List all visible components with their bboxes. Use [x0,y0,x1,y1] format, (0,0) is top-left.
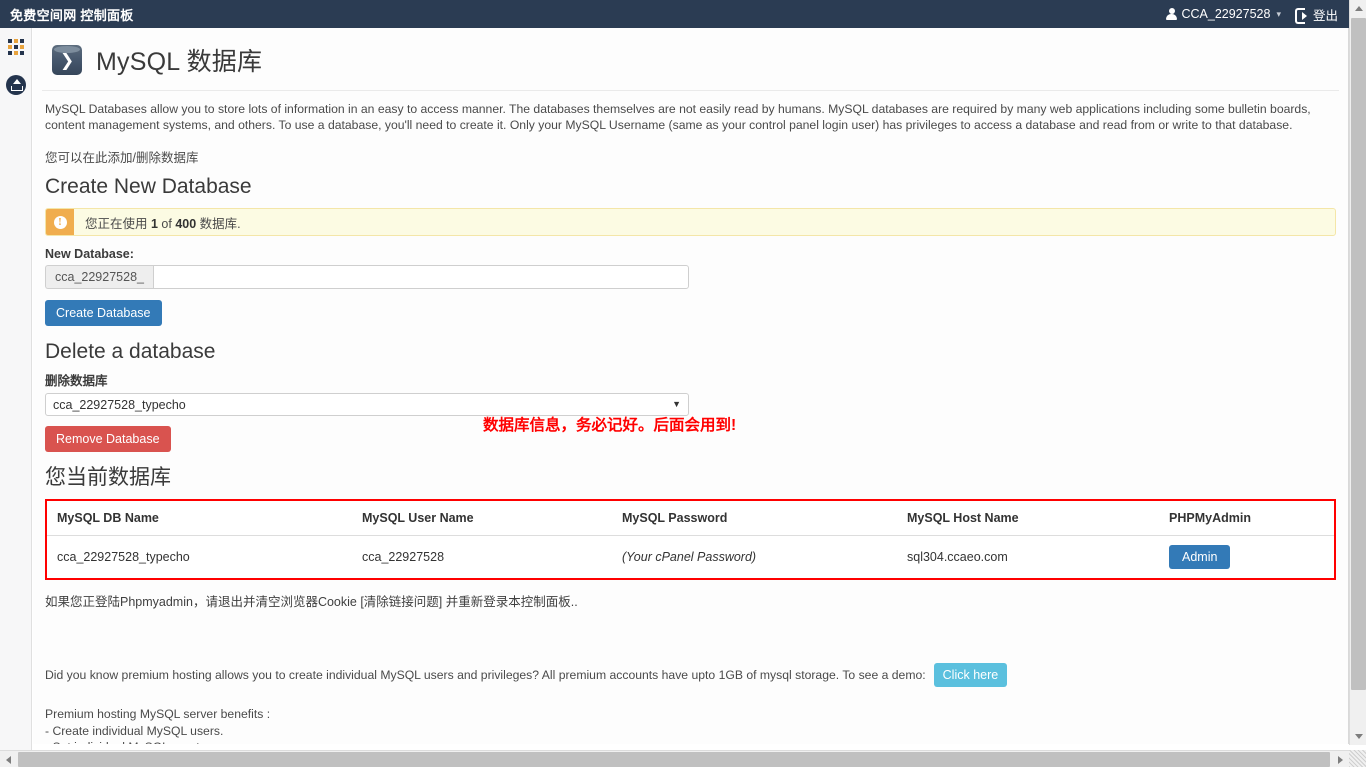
logout-icon [1295,8,1309,21]
alert-mid: of [158,217,175,231]
cell-user-name: cca_22927528 [352,536,612,579]
column-header-db-name: MySQL DB Name [47,501,352,536]
page-header: ❯ MySQL 数据库 [42,28,1339,91]
current-databases-heading: 您当前数据库 [45,461,1339,491]
delete-database-heading: Delete a database [45,340,1339,364]
page-subtitle-zh: 您可以在此添加/删除数据库 [45,147,1339,166]
new-database-label: New Database: [45,247,1339,261]
new-database-input-group: cca_22927528_ [45,265,689,289]
logout-button[interactable]: 登出 [1295,5,1338,24]
cell-phpmyadmin: Admin [1159,536,1334,579]
alert-info-icon: ! [46,209,74,235]
database-prefix-addon: cca_22927528_ [45,265,153,289]
scroll-right-button[interactable] [1332,751,1349,768]
new-database-input[interactable] [153,265,689,289]
scroll-down-button[interactable] [1350,728,1366,745]
alert-used-count: 1 [151,217,158,231]
table-header-row: MySQL DB Name MySQL User Name MySQL Pass… [47,501,1334,536]
navbar-brand[interactable]: 免费空间网 控制面板 [0,5,134,24]
main-content: ❯ MySQL 数据库 MySQL Databases allow you to… [33,28,1349,744]
upload-icon [6,75,26,95]
red-annotation-note: 数据库信息，务必记好。后面会用到! [483,413,736,435]
vertical-scrollbar[interactable] [1349,0,1366,745]
column-header-phpmyadmin: PHPMyAdmin [1159,501,1334,536]
create-database-heading: Create New Database [45,175,1339,199]
triangle-up-icon [1355,6,1363,11]
create-database-button[interactable]: Create Database [45,300,162,326]
vertical-scrollbar-thumb[interactable] [1351,18,1366,690]
user-menu[interactable]: CCA_22927528 ▾ [1166,7,1281,21]
sidebar-item-apps[interactable] [0,28,32,66]
page-title: MySQL 数据库 [96,42,262,78]
left-sidebar [0,28,32,767]
premium-benefits-list: Premium hosting MySQL server benefits : … [45,706,1339,744]
remove-database-button[interactable]: Remove Database [45,426,171,452]
alert-total-count: 400 [175,217,196,231]
user-name-label: CCA_22927528 [1181,7,1270,21]
phpmyadmin-note: 如果您正登陆Phpmyadmin，请退出并清空浏览器Cookie [清除链接问题… [45,591,1339,610]
premium-promo-text: Did you know premium hosting allows you … [45,668,926,682]
cell-host-name: sql304.ccaeo.com [897,536,1159,579]
cell-db-name: cca_22927528_typecho [47,536,352,579]
column-header-password: MySQL Password [612,501,897,536]
triangle-left-icon [6,756,11,764]
logout-label: 登出 [1313,5,1338,24]
alert-prefix: 您正在使用 [85,217,151,231]
scroll-up-button[interactable] [1350,0,1366,17]
chevron-down-icon: ▾ [1274,9,1281,20]
page-intro-text: MySQL Databases allow you to store lots … [42,101,1339,133]
sidebar-item-upload[interactable] [0,66,32,104]
user-icon [1166,8,1177,21]
premium-click-here-button[interactable]: Click here [934,663,1008,687]
column-header-user-name: MySQL User Name [352,501,612,536]
current-databases-table-wrap: MySQL DB Name MySQL User Name MySQL Pass… [45,499,1336,580]
cell-password: (Your cPanel Password) [612,536,897,579]
navbar-right-group: CCA_22927528 ▾ 登出 [1166,5,1366,24]
alert-text: 您正在使用 1 of 400 数据库. [74,213,241,232]
triangle-down-icon [1355,734,1363,739]
table-row: cca_22927528_typecho cca_22927528 (Your … [47,536,1334,579]
scrollbar-corner [1349,750,1366,767]
database-quota-alert: ! 您正在使用 1 of 400 数据库. [45,208,1336,236]
premium-promo-line: Did you know premium hosting allows you … [45,663,1339,687]
mysql-database-icon: ❯ [52,43,82,77]
horizontal-scrollbar[interactable] [0,750,1349,767]
horizontal-scrollbar-thumb[interactable] [18,752,1330,767]
scroll-left-button[interactable] [0,751,17,768]
delete-database-label: 删除数据库 [45,370,1339,389]
top-navbar: 免费空间网 控制面板 CCA_22927528 ▾ 登出 [0,0,1366,28]
column-header-host-name: MySQL Host Name [897,501,1159,536]
phpmyadmin-admin-button[interactable]: Admin [1169,545,1230,569]
current-databases-table: MySQL DB Name MySQL User Name MySQL Pass… [47,501,1334,578]
alert-suffix: 数据库. [196,217,240,231]
apps-grid-icon [8,39,24,55]
triangle-right-icon [1338,756,1343,764]
